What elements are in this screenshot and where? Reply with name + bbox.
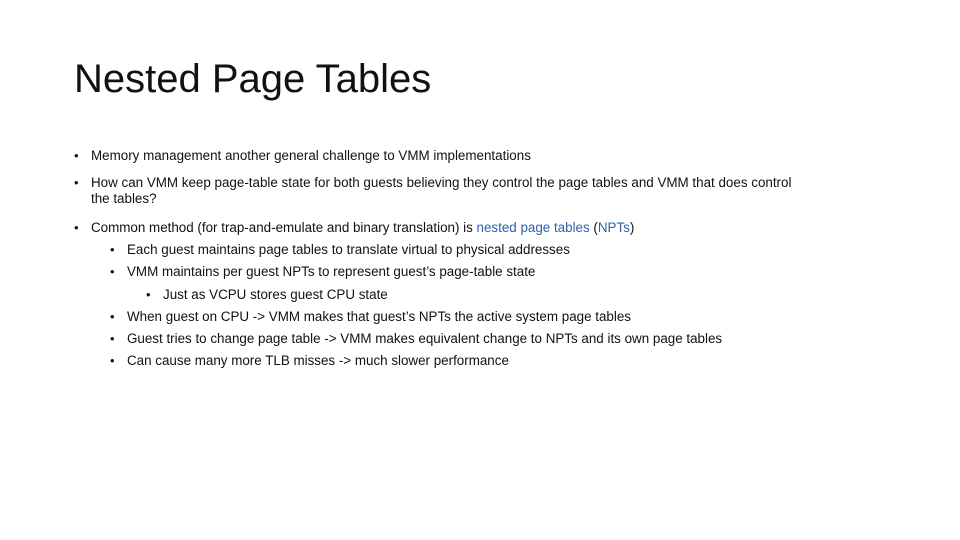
sub-bullet-item: • When guest on CPU -> VMM makes that gu… [0,309,960,325]
bullet-text-after: ) [629,220,635,235]
bullet-text: Just as VCPU stores guest CPU state [163,287,388,302]
bullet-text: the tables? [91,191,157,206]
bullet-icon: • [74,175,79,190]
bullet-item-continuation: the tables? [0,191,960,207]
bullet-text: How can VMM keep page-table state for bo… [91,175,792,190]
bullet-item: • Common method (for trap-and-emulate an… [0,220,960,236]
bullet-icon: • [74,220,79,235]
slide: Nested Page Tables • Memory management a… [0,0,960,540]
slide-title: Nested Page Tables [74,57,432,101]
nested-page-tables-link[interactable]: nested page tables [477,220,590,235]
bullet-text: VMM maintains per guest NPTs to represen… [127,264,536,279]
sub-bullet-item: • VMM maintains per guest NPTs to repres… [0,264,960,280]
bullet-text: Memory management another general challe… [91,148,531,163]
bullet-icon: • [110,331,115,346]
bullet-item: • How can VMM keep page-table state for … [0,175,960,191]
bullet-icon: • [110,264,115,279]
bullet-text-mid: ( [589,220,598,235]
sub-bullet-item: • Guest tries to change page table -> VM… [0,331,960,347]
npts-link[interactable]: NPTs [598,220,630,235]
sub-bullet-item: • Can cause many more TLB misses -> much… [0,353,960,369]
bullet-text: Common method (for trap-and-emulate and … [91,220,634,236]
bullet-item: • Memory management another general chal… [0,148,960,164]
bullet-icon: • [110,353,115,368]
bullet-text: When guest on CPU -> VMM makes that gues… [127,309,631,324]
bullet-text: Each guest maintains page tables to tran… [127,242,570,257]
bullet-icon: • [74,148,79,163]
bullet-icon: • [146,287,151,302]
bullet-icon: • [110,242,115,257]
sub-sub-bullet-item: • Just as VCPU stores guest CPU state [0,287,960,303]
sub-bullet-item: • Each guest maintains page tables to tr… [0,242,960,258]
bullet-text-before: Common method (for trap-and-emulate and … [91,220,477,235]
bullet-text: Guest tries to change page table -> VMM … [127,331,723,346]
bullet-text: Can cause many more TLB misses -> much s… [127,353,509,368]
bullet-icon: • [110,309,115,324]
